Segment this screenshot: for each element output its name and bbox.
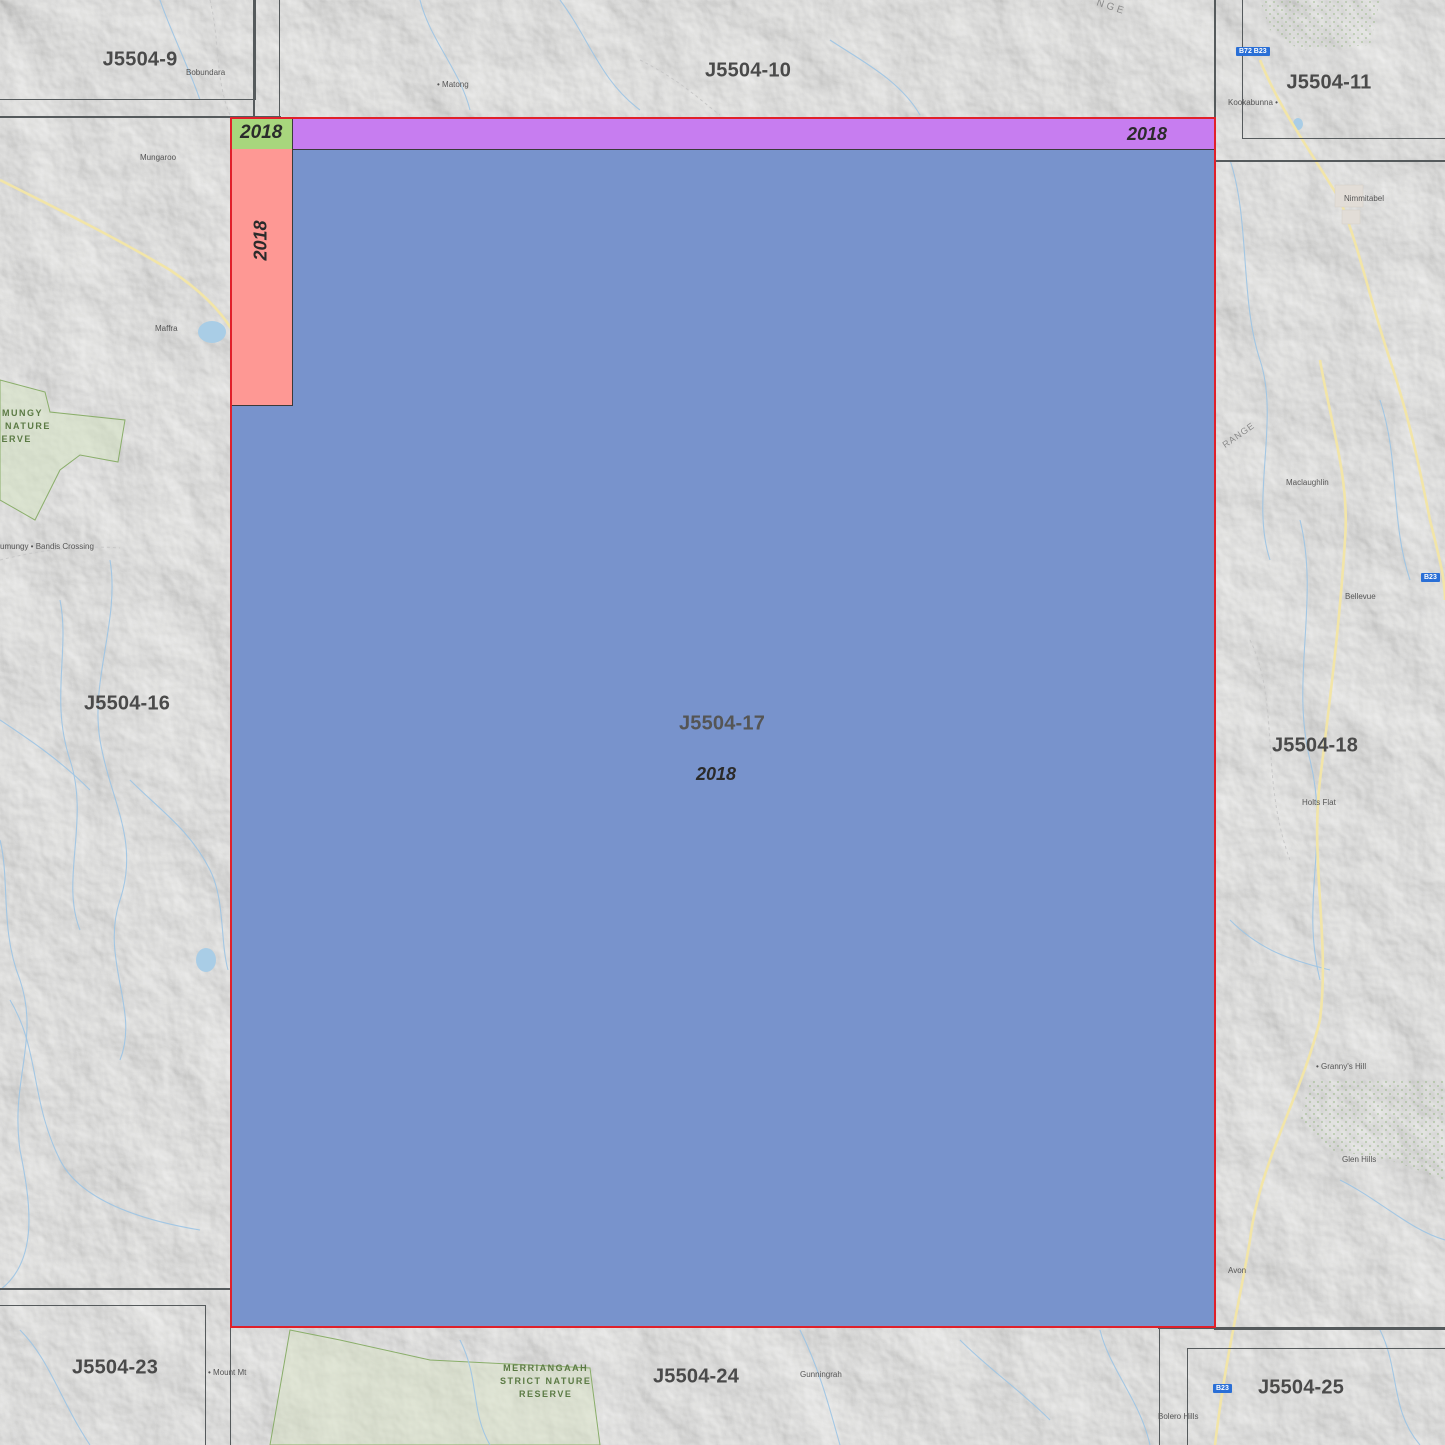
road-shield: B23 [1213, 1384, 1232, 1393]
place-label: • Mount Mt [208, 1368, 247, 1377]
reserve-label-merriangaah: MERRIANGAAH STRICT NATURE RESERVE [500, 1362, 591, 1401]
reserve-line: T NATURE [0, 421, 51, 431]
place-label: Mungaroo [140, 153, 177, 162]
sheet-label-j5504-11[interactable]: J5504-11 [1286, 72, 1371, 95]
road-shield: B23 [1421, 573, 1440, 582]
sheet-label-j5504-9[interactable]: J5504-9 [103, 49, 178, 72]
reserve-line: NMUNGY [0, 408, 43, 418]
lake [196, 948, 216, 972]
road-shield: B72 B23 [1236, 47, 1270, 56]
sheet-label-j5504-25[interactable]: J5504-25 [1258, 1377, 1344, 1400]
reserve-label-kybeyan: NMUNGY T NATURE SERVE [0, 407, 51, 446]
year-label-main: 2018 [696, 764, 737, 784]
coverage-top-strip[interactable] [292, 118, 1214, 150]
year-label-top-strip: 2018 [1127, 124, 1168, 144]
sheet-label-j5504-18[interactable]: J5504-18 [1272, 735, 1358, 758]
place-label: umungy • Bandis Crossing [0, 542, 94, 551]
map-canvas[interactable]: Bobundara • Matong Kookabunna • Nimmitab… [0, 0, 1445, 1445]
coverage-left-strip[interactable] [232, 149, 293, 406]
place-label: Kookabunna • [1228, 98, 1278, 107]
sheet-label-j5504-24[interactable]: J5504-24 [653, 1366, 739, 1389]
place-label: Maffra [155, 324, 178, 333]
place-label: • Granny's Hill [1316, 1062, 1367, 1071]
lake [198, 321, 226, 343]
sheet-label-j5504-23[interactable]: J5504-23 [72, 1357, 158, 1380]
place-label: Bolero Hills [1158, 1412, 1199, 1421]
place-label: Maclaughlin [1286, 478, 1329, 487]
place-label: Nimmitabel [1344, 194, 1385, 203]
place-label: Avon [1228, 1266, 1247, 1275]
place-label: Bellevue [1345, 592, 1376, 601]
reserve-line: MERRIANGAAH [503, 1363, 589, 1373]
reserve-line: STRICT NATURE [500, 1376, 592, 1386]
place-label: Gunningrah [800, 1370, 842, 1379]
reserve-line: SERVE [0, 434, 32, 444]
sheet-label-j5504-10[interactable]: J5504-10 [705, 60, 791, 83]
place-label: • Matong [437, 80, 469, 89]
sheet-label-j5504-17[interactable]: J5504-17 [679, 713, 765, 736]
year-label-corner: 2018 [240, 122, 283, 143]
place-label: Glen Hills [1342, 1155, 1377, 1164]
year-label-left-strip: 2018 [250, 220, 271, 261]
reserve-line: RESERVE [518, 1389, 573, 1399]
place-label: Holts Flat [1302, 798, 1336, 807]
sheet-label-j5504-16[interactable]: J5504-16 [84, 693, 170, 716]
place-label: Bobundara [186, 68, 226, 77]
